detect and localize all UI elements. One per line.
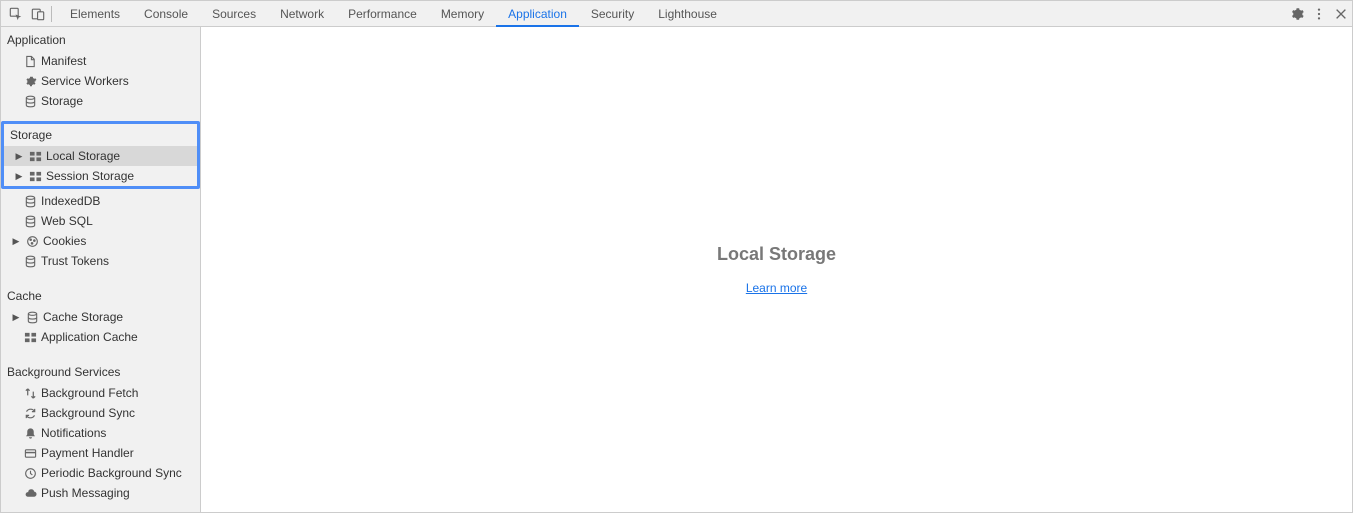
sidebar-item-background-sync[interactable]: Background Sync	[1, 403, 200, 423]
tab-console[interactable]: Console	[132, 1, 200, 27]
close-icon[interactable]	[1330, 1, 1352, 27]
section-gap	[1, 347, 200, 359]
main-panel: Local Storage Learn more	[201, 27, 1352, 512]
section-cache: Cache	[1, 283, 200, 307]
more-icon[interactable]	[1308, 1, 1330, 27]
devtools-window: Elements Console Sources Network Perform…	[0, 0, 1353, 513]
tab-lighthouse[interactable]: Lighthouse	[646, 1, 729, 27]
file-icon	[23, 54, 37, 68]
devtools-tabbar: Elements Console Sources Network Perform…	[1, 1, 1352, 27]
gear-icon	[23, 74, 37, 88]
sidebar-item-periodic-sync[interactable]: Periodic Background Sync	[1, 463, 200, 483]
devtools-body: Application Manifest Service Workers Sto…	[1, 27, 1352, 512]
sidebar-item-label: Payment Handler	[41, 446, 134, 460]
database-icon	[23, 214, 37, 228]
sync-icon	[23, 406, 37, 420]
sidebar-item-label: Background Fetch	[41, 386, 138, 400]
tab-network[interactable]: Network	[268, 1, 336, 27]
sidebar-item-trust-tokens[interactable]: Trust Tokens	[1, 251, 200, 271]
application-sidebar: Application Manifest Service Workers Sto…	[1, 27, 201, 512]
tab-sources[interactable]: Sources	[200, 1, 268, 27]
sidebar-item-session-storage[interactable]: ▶ Session Storage	[4, 166, 197, 186]
sidebar-item-service-workers[interactable]: Service Workers	[1, 71, 200, 91]
expand-icon[interactable]: ▶	[14, 171, 24, 182]
tab-application[interactable]: Application	[496, 1, 579, 27]
sidebar-item-websql[interactable]: Web SQL	[1, 211, 200, 231]
inspect-element-icon[interactable]	[5, 1, 27, 27]
sidebar-item-label: Trust Tokens	[41, 254, 109, 268]
cookie-icon	[25, 234, 39, 248]
tabbar-separator	[51, 6, 52, 22]
sidebar-item-label: Background Sync	[41, 406, 135, 420]
tab-memory[interactable]: Memory	[429, 1, 496, 27]
sidebar-item-cache-storage[interactable]: ▶ Cache Storage	[1, 307, 200, 327]
device-toolbar-icon[interactable]	[27, 1, 49, 27]
database-icon	[23, 94, 37, 108]
database-icon	[23, 254, 37, 268]
section-background-services: Background Services	[1, 359, 200, 383]
section-storage: Storage	[4, 124, 197, 146]
sidebar-item-manifest[interactable]: Manifest	[1, 51, 200, 71]
clock-icon	[23, 466, 37, 480]
sidebar-item-label: Storage	[41, 94, 83, 108]
sidebar-item-cookies[interactable]: ▶ Cookies	[1, 231, 200, 251]
sidebar-item-label: Service Workers	[41, 74, 129, 88]
sidebar-item-push-messaging[interactable]: Push Messaging	[1, 483, 200, 503]
sidebar-item-payment-handler[interactable]: Payment Handler	[1, 443, 200, 463]
grid-icon	[28, 169, 42, 183]
sidebar-item-application-cache[interactable]: Application Cache	[1, 327, 200, 347]
tutorial-highlight: Storage ▶ Local Storage ▶ Session Storag…	[1, 121, 200, 189]
sidebar-item-background-fetch[interactable]: Background Fetch	[1, 383, 200, 403]
expand-icon[interactable]: ▶	[11, 312, 21, 323]
sidebar-item-label: Application Cache	[41, 330, 138, 344]
tab-performance[interactable]: Performance	[336, 1, 429, 27]
panel-title: Local Storage	[717, 244, 836, 265]
bell-icon	[23, 426, 37, 440]
settings-icon[interactable]	[1286, 1, 1308, 27]
sidebar-item-notifications[interactable]: Notifications	[1, 423, 200, 443]
sidebar-item-label: Notifications	[41, 426, 106, 440]
sidebar-item-label: Periodic Background Sync	[41, 466, 182, 480]
section-application: Application	[1, 27, 200, 51]
card-icon	[23, 446, 37, 460]
expand-icon[interactable]: ▶	[11, 236, 21, 247]
grid-icon	[28, 149, 42, 163]
tab-elements[interactable]: Elements	[58, 1, 132, 27]
cloud-icon	[23, 486, 37, 500]
sidebar-item-label: IndexedDB	[41, 194, 100, 208]
sidebar-item-local-storage[interactable]: ▶ Local Storage	[4, 146, 197, 166]
sidebar-item-label: Session Storage	[46, 169, 134, 183]
grid-icon	[23, 330, 37, 344]
sidebar-item-label: Cache Storage	[43, 310, 123, 324]
sidebar-item-label: Push Messaging	[41, 486, 130, 500]
sidebar-item-label: Web SQL	[41, 214, 93, 228]
sidebar-item-indexeddb[interactable]: IndexedDB	[1, 191, 200, 211]
sidebar-item-storage-overview[interactable]: Storage	[1, 91, 200, 111]
expand-icon[interactable]: ▶	[14, 151, 24, 162]
learn-more-link[interactable]: Learn more	[746, 281, 807, 295]
sidebar-item-label: Local Storage	[46, 149, 120, 163]
sidebar-item-label: Manifest	[41, 54, 86, 68]
section-gap	[1, 271, 200, 283]
database-icon	[23, 194, 37, 208]
sidebar-item-label: Cookies	[43, 234, 86, 248]
tab-security[interactable]: Security	[579, 1, 646, 27]
database-icon	[25, 310, 39, 324]
swap-icon	[23, 386, 37, 400]
